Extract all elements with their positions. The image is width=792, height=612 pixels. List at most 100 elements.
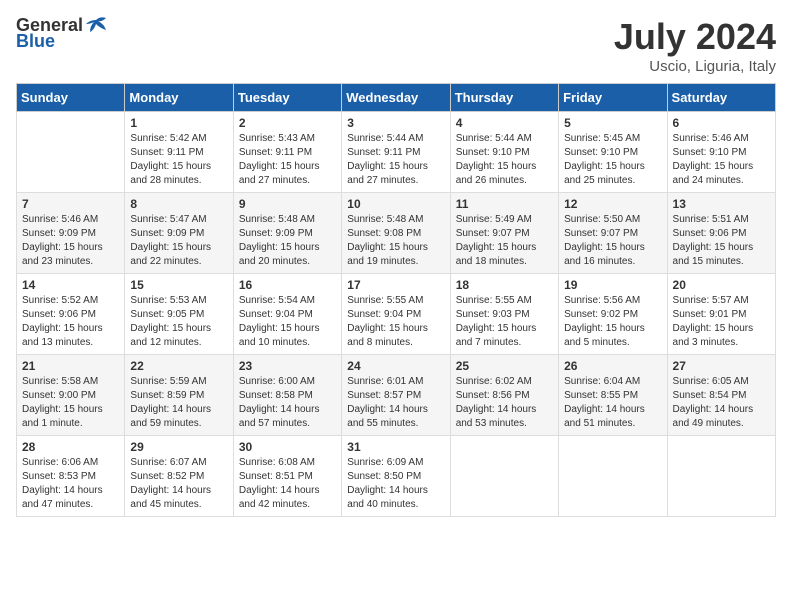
calendar-cell: 22 Sunrise: 5:59 AMSunset: 8:59 PMDayligh… [125, 355, 233, 436]
sunset-text: Sunset: 9:09 PM [239, 227, 336, 241]
daylight-text: Daylight: 15 hours and 24 minutes. [673, 160, 770, 188]
sunset-text: Sunset: 9:04 PM [347, 308, 444, 322]
day-info: Sunrise: 5:51 AMSunset: 9:06 PMDaylight:… [673, 213, 770, 269]
sunrise-text: Sunrise: 5:43 AM [239, 132, 336, 146]
calendar-body: 1 Sunrise: 5:42 AMSunset: 9:11 PMDaylight… [17, 112, 776, 517]
calendar-cell: 2Sunrise: 5:43 AMSunset: 9:11 PMDaylight… [233, 112, 341, 193]
sunset-text: Sunset: 8:57 PM [347, 389, 444, 403]
calendar-cell: 6Sunrise: 5:46 AMSunset: 9:10 PMDaylight… [667, 112, 775, 193]
day-number: 29 [130, 440, 227, 454]
day-number: 27 [673, 359, 770, 373]
day-info: Sunrise: 5:58 AMSunset: 9:00 PMDaylight:… [22, 375, 119, 431]
day-number: 11 [456, 197, 553, 211]
daylight-text: Daylight: 15 hours and 23 minutes. [22, 241, 119, 269]
location-title: Uscio, Liguria, Italy [614, 58, 776, 75]
daylight-text: Daylight: 15 hours and 20 minutes. [239, 241, 336, 269]
day-of-week-header: Friday [559, 84, 667, 112]
sunrise-text: Sunrise: 5:54 AM [239, 294, 336, 308]
day-info: Sunrise: 5:59 AMSunset: 8:59 PMDaylight:… [130, 375, 227, 431]
calendar-cell [17, 112, 125, 193]
day-number: 9 [239, 197, 336, 211]
daylight-text: Daylight: 15 hours and 27 minutes. [347, 160, 444, 188]
day-number: 21 [22, 359, 119, 373]
calendar-cell [667, 436, 775, 517]
day-number: 17 [347, 278, 444, 292]
sunset-text: Sunset: 9:05 PM [130, 308, 227, 322]
daylight-text: Daylight: 14 hours and 47 minutes. [22, 484, 119, 512]
daylight-text: Daylight: 15 hours and 15 minutes. [673, 241, 770, 269]
daylight-text: Daylight: 15 hours and 13 minutes. [22, 322, 119, 350]
day-info: Sunrise: 6:07 AMSunset: 8:52 PMDaylight:… [130, 456, 227, 512]
day-info: Sunrise: 6:02 AMSunset: 8:56 PMDaylight:… [456, 375, 553, 431]
day-number: 1 [130, 116, 227, 130]
day-info: Sunrise: 5:48 AMSunset: 9:08 PMDaylight:… [347, 213, 444, 269]
day-info: Sunrise: 5:55 AMSunset: 9:04 PMDaylight:… [347, 294, 444, 350]
daylight-text: Daylight: 14 hours and 55 minutes. [347, 403, 444, 431]
sunrise-text: Sunrise: 6:00 AM [239, 375, 336, 389]
day-number: 22 [130, 359, 227, 373]
day-info: Sunrise: 5:49 AMSunset: 9:07 PMDaylight:… [456, 213, 553, 269]
sunrise-text: Sunrise: 5:44 AM [456, 132, 553, 146]
sunrise-text: Sunrise: 5:56 AM [564, 294, 661, 308]
daylight-text: Daylight: 15 hours and 5 minutes. [564, 322, 661, 350]
day-info: Sunrise: 5:48 AMSunset: 9:09 PMDaylight:… [239, 213, 336, 269]
day-number: 3 [347, 116, 444, 130]
calendar-cell: 24 Sunrise: 6:01 AMSunset: 8:57 PMDayligh… [342, 355, 450, 436]
day-number: 16 [239, 278, 336, 292]
sunset-text: Sunset: 8:52 PM [130, 470, 227, 484]
sunset-text: Sunset: 8:55 PM [564, 389, 661, 403]
calendar-week-row: 28Sunrise: 6:06 AMSunset: 8:53 PMDayligh… [17, 436, 776, 517]
day-info: Sunrise: 6:01 AMSunset: 8:57 PMDaylight:… [347, 375, 444, 431]
daylight-text: Daylight: 14 hours and 49 minutes. [673, 403, 770, 431]
day-info: Sunrise: 6:06 AMSunset: 8:53 PMDaylight:… [22, 456, 119, 512]
day-info: Sunrise: 5:52 AMSunset: 9:06 PMDaylight:… [22, 294, 119, 350]
sunrise-text: Sunrise: 5:47 AM [130, 213, 227, 227]
sunset-text: Sunset: 9:10 PM [456, 146, 553, 160]
daylight-text: Daylight: 15 hours and 27 minutes. [239, 160, 336, 188]
day-info: Sunrise: 5:50 AMSunset: 9:07 PMDaylight:… [564, 213, 661, 269]
day-number: 19 [564, 278, 661, 292]
calendar-week-row: 7Sunrise: 5:46 AMSunset: 9:09 PMDaylight… [17, 193, 776, 274]
sunset-text: Sunset: 8:56 PM [456, 389, 553, 403]
day-info: Sunrise: 5:57 AMSunset: 9:01 PMDaylight:… [673, 294, 770, 350]
sunrise-text: Sunrise: 5:53 AM [130, 294, 227, 308]
day-of-week-header: Saturday [667, 84, 775, 112]
calendar-cell: 14 Sunrise: 5:52 AMSunset: 9:06 PMDayligh… [17, 274, 125, 355]
day-info: Sunrise: 5:42 AMSunset: 9:11 PMDaylight:… [130, 132, 227, 188]
sunrise-text: Sunrise: 6:04 AM [564, 375, 661, 389]
day-number: 26 [564, 359, 661, 373]
sunrise-text: Sunrise: 6:01 AM [347, 375, 444, 389]
sunrise-text: Sunrise: 5:55 AM [347, 294, 444, 308]
day-number: 8 [130, 197, 227, 211]
day-number: 24 [347, 359, 444, 373]
sunset-text: Sunset: 9:09 PM [130, 227, 227, 241]
day-of-week-header: Thursday [450, 84, 558, 112]
daylight-text: Daylight: 14 hours and 45 minutes. [130, 484, 227, 512]
day-number: 25 [456, 359, 553, 373]
sunset-text: Sunset: 9:06 PM [673, 227, 770, 241]
calendar-cell: 3Sunrise: 5:44 AMSunset: 9:11 PMDaylight… [342, 112, 450, 193]
day-number: 14 [22, 278, 119, 292]
page-header: General Blue July 2024 Uscio, Liguria, I… [16, 16, 776, 75]
day-info: Sunrise: 5:46 AMSunset: 9:09 PMDaylight:… [22, 213, 119, 269]
sunrise-text: Sunrise: 5:52 AM [22, 294, 119, 308]
calendar-cell: 9 Sunrise: 5:48 AMSunset: 9:09 PMDaylight… [233, 193, 341, 274]
daylight-text: Daylight: 15 hours and 8 minutes. [347, 322, 444, 350]
daylight-text: Daylight: 15 hours and 18 minutes. [456, 241, 553, 269]
sunset-text: Sunset: 9:04 PM [239, 308, 336, 322]
sunrise-text: Sunrise: 6:02 AM [456, 375, 553, 389]
month-title: July 2024 [614, 16, 776, 58]
day-of-week-header: Wednesday [342, 84, 450, 112]
calendar-cell: 30Sunrise: 6:08 AMSunset: 8:51 PMDayligh… [233, 436, 341, 517]
sunset-text: Sunset: 9:10 PM [673, 146, 770, 160]
sunrise-text: Sunrise: 5:45 AM [564, 132, 661, 146]
daylight-text: Daylight: 15 hours and 25 minutes. [564, 160, 661, 188]
calendar-cell: 10Sunrise: 5:48 AMSunset: 9:08 PMDayligh… [342, 193, 450, 274]
day-info: Sunrise: 6:08 AMSunset: 8:51 PMDaylight:… [239, 456, 336, 512]
sunset-text: Sunset: 8:58 PM [239, 389, 336, 403]
sunset-text: Sunset: 8:59 PM [130, 389, 227, 403]
calendar-cell: 12Sunrise: 5:50 AMSunset: 9:07 PMDayligh… [559, 193, 667, 274]
sunrise-text: Sunrise: 5:46 AM [673, 132, 770, 146]
title-block: July 2024 Uscio, Liguria, Italy [614, 16, 776, 75]
calendar-cell [559, 436, 667, 517]
